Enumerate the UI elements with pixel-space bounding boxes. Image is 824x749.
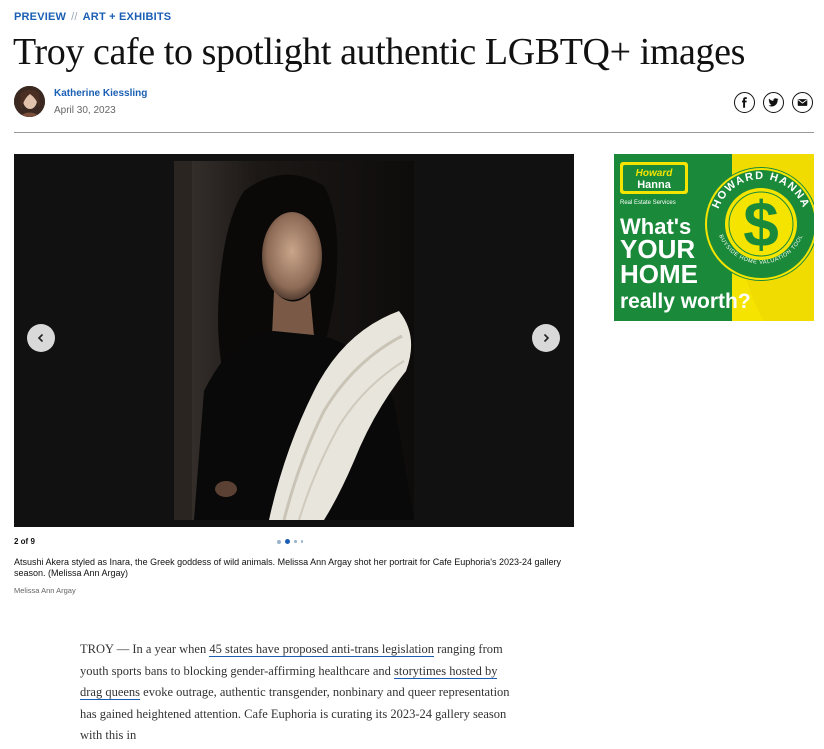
body-text: evoke outrage, authentic transgender, no…	[80, 685, 510, 742]
gallery-dot-active[interactable]	[285, 539, 290, 544]
photo-caption: Atsushi Akera styled as Inara, the Greek…	[14, 557, 562, 578]
header-divider	[14, 132, 814, 133]
article-headline: Troy cafe to spotlight authentic LGBTQ+ …	[13, 31, 745, 73]
chevron-right-icon	[543, 333, 550, 343]
ad-brand-top: Howard	[636, 168, 674, 179]
facebook-icon	[742, 97, 747, 108]
photo-credit: Melissa Ann Argay	[14, 586, 76, 595]
email-icon	[797, 99, 808, 106]
breadcrumb-art-exhibits-link[interactable]: ART + EXHIBITS	[83, 11, 172, 23]
ad-headline-line4: really worth?	[620, 290, 751, 313]
ad-brand-bottom: Hanna	[637, 179, 672, 191]
dollar-sign-icon: $	[743, 188, 779, 260]
photo-gallery[interactable]	[14, 154, 574, 527]
share-twitter-button[interactable]	[763, 92, 784, 113]
chevron-left-icon	[37, 333, 44, 343]
gallery-photo	[174, 161, 414, 520]
breadcrumb-separator: //	[71, 11, 78, 23]
article-body: TROY — In a year when 45 states have pro…	[80, 639, 510, 747]
gallery-next-button[interactable]	[532, 324, 560, 352]
gallery-pagination	[277, 539, 303, 544]
author-avatar	[14, 86, 45, 117]
twitter-icon	[768, 98, 779, 107]
gallery-dot[interactable]	[277, 539, 281, 544]
author-name-link[interactable]: Katherine Kiessling	[54, 88, 147, 99]
ad-headline-line3: HOME	[620, 259, 698, 289]
gallery-dot[interactable]	[300, 540, 303, 543]
anti-trans-legislation-link[interactable]: 45 states have proposed anti-trans legis…	[209, 642, 434, 657]
share-email-button[interactable]	[792, 92, 813, 113]
gallery-counter: 2 of 9	[14, 537, 35, 546]
publish-date: April 30, 2023	[54, 105, 116, 116]
gallery-prev-button[interactable]	[27, 324, 55, 352]
advertisement-banner[interactable]: Howard Hanna Real Estate Services $ HOWA…	[614, 154, 814, 321]
body-text: TROY — In a year when	[80, 642, 210, 656]
share-facebook-button[interactable]	[734, 92, 755, 113]
breadcrumb: PREVIEW // ART + EXHIBITS	[14, 11, 171, 23]
ad-brand-sub: Real Estate Services	[620, 200, 676, 206]
byline: Katherine Kiessling April 30, 2023	[14, 86, 814, 118]
breadcrumb-preview-link[interactable]: PREVIEW	[14, 11, 66, 23]
gallery-dot[interactable]	[294, 540, 297, 543]
